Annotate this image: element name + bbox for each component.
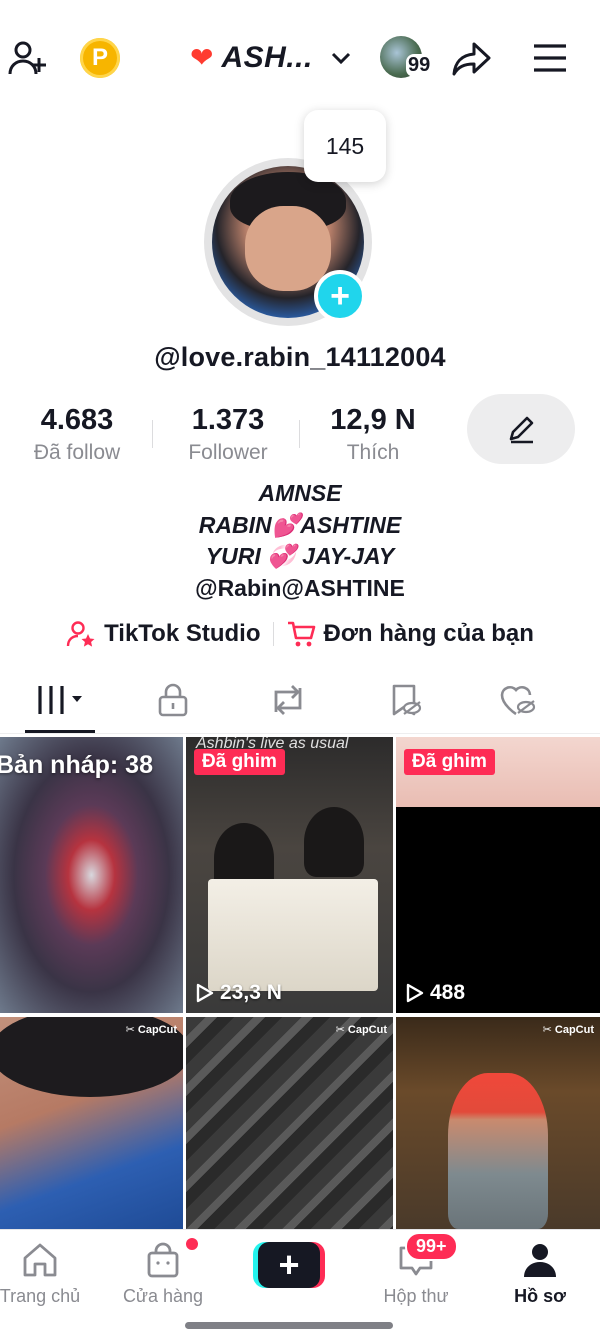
heart-hidden-icon [500,686,536,716]
nav-home[interactable]: Trang chủ [0,1240,100,1307]
shop-bag-icon [147,1242,179,1278]
view-count: 488 [406,981,465,1005]
bookmark-hidden-icon [392,684,422,716]
play-icon [406,983,424,1003]
nav-inbox-label: Hộp thư [383,1286,449,1306]
tab-videos[interactable] [25,678,95,722]
video-products [208,879,378,991]
video-tile[interactable]: ✂ CapCut [0,1017,183,1229]
nav-home-label: Trang chủ [0,1286,81,1306]
avatar-face [245,205,331,291]
menu-icon[interactable] [528,36,572,80]
pinned-badge: Đã ghim [404,749,495,775]
bio-line: @Rabin@ASHTINE [195,574,405,601]
capcut-label: CapCut [347,1023,387,1036]
inbox-badge: 99+ [405,1232,458,1261]
video-tile[interactable]: ✂ CapCut [396,1017,600,1229]
nav-profile[interactable]: Hồ sơ [480,1240,600,1307]
coin-letter: P [91,44,108,71]
tab-reposts[interactable] [253,678,323,722]
drafts-tile[interactable]: Bản nháp: 38 [0,737,183,1013]
content-tabs [0,664,600,734]
shop-notification-dot [186,1238,198,1250]
add-story-button[interactable]: + [314,270,366,322]
tiktok-studio-link[interactable]: TikTok Studio [66,619,261,649]
link-divider [272,622,274,646]
bio-line: YURI 💞 JAY-JAY [205,543,395,569]
pencil-icon [509,416,534,444]
friends-count: 99 [406,54,433,77]
capcut-label: CapCut [554,1023,594,1036]
cart-icon [287,621,315,647]
drafts-label: Bản nháp: 38 [0,751,153,779]
orders-link[interactable]: Đơn hàng của bạn [286,619,534,649]
creator-icon [66,621,95,647]
likes-count: 12,9 N [330,404,416,436]
nav-profile-label: Hồ sơ [514,1286,566,1306]
following-label: Đã follow [33,441,121,464]
orders-label: Đơn hàng của bạn [323,620,534,647]
tiktok-studio-label: TikTok Studio [104,620,261,647]
add-friend-icon[interactable] [6,36,50,80]
stat-likes[interactable]: 12,9 N Thích [298,404,448,465]
chevron-down-icon [331,52,350,65]
capcut-watermark: ✂ CapCut [542,1023,594,1037]
home-icon [23,1243,57,1277]
pinned-badge: Đã ghim [194,749,285,775]
tab-favorites[interactable] [370,678,440,722]
home-indicator [185,1322,393,1329]
activity-bubble[interactable]: 145 [304,110,386,182]
tab-liked[interactable] [483,678,553,722]
profile-links: TikTok Studio Đơn hàng của bạn [0,614,600,654]
plus-icon: + [258,1242,320,1288]
account-name: ASH... [221,41,313,74]
nav-shop-label: Cửa hàng [122,1286,204,1306]
grid-icon [38,686,82,714]
view-count-value: 23,3 N [220,981,282,1004]
video-person [304,807,364,877]
followers-count: 1.373 [191,404,265,436]
likes-label: Thích [346,441,400,464]
video-tile[interactable]: ✂ CapCut [186,1017,393,1229]
active-tab-indicator [25,730,95,733]
coin-icon[interactable]: P [80,38,120,78]
bottom-nav: Trang chủ Cửa hàng + Hộp thư 99+ Hồ sơ [0,1229,600,1333]
bio: AMNSE RABIN💕ASHTINE YURI 💞 JAY-JAY @Rabi… [0,478,600,604]
following-count: 4.683 [40,404,114,436]
video-tile[interactable]: Ashbin's live as usual Đã ghim 23,3 N [186,737,393,1013]
bio-line: RABIN💕ASHTINE [198,511,402,538]
capcut-watermark: ✂ CapCut [125,1023,177,1037]
stat-following[interactable]: 4.683 Đã follow [2,404,152,465]
video-grid: Bản nháp: 38 Ashbin's live as usual Đã g… [0,737,600,1229]
view-count-value: 488 [430,981,466,1004]
activity-count: 145 [325,132,365,159]
username: @love.rabin_14112004 [154,342,446,372]
create-button[interactable]: + [253,1242,325,1288]
bio-line: AMNSE [258,480,342,506]
nav-shop[interactable]: Cửa hàng [103,1240,223,1307]
lock-icon [158,683,188,717]
stat-followers[interactable]: 1.373 Follower [153,404,303,465]
share-icon[interactable] [450,36,494,80]
capcut-label: CapCut [137,1023,177,1036]
account-switcher[interactable]: ❤ ASH... [190,38,353,78]
capcut-watermark: ✂ CapCut [335,1023,387,1037]
edit-profile-button[interactable] [467,394,575,464]
followers-label: Follower [188,441,268,464]
tab-private[interactable] [138,678,208,722]
video-tile[interactable]: Đã ghim 488 [396,737,600,1013]
profile-icon [524,1244,556,1277]
video-thumbnail-person [448,1073,548,1229]
view-count: 23,3 N [196,981,282,1005]
play-icon [196,983,214,1003]
repost-icon [274,685,302,715]
flame-heart-icon: ❤ [190,42,214,73]
top-bar: P ❤ ASH... 99 [0,30,600,86]
